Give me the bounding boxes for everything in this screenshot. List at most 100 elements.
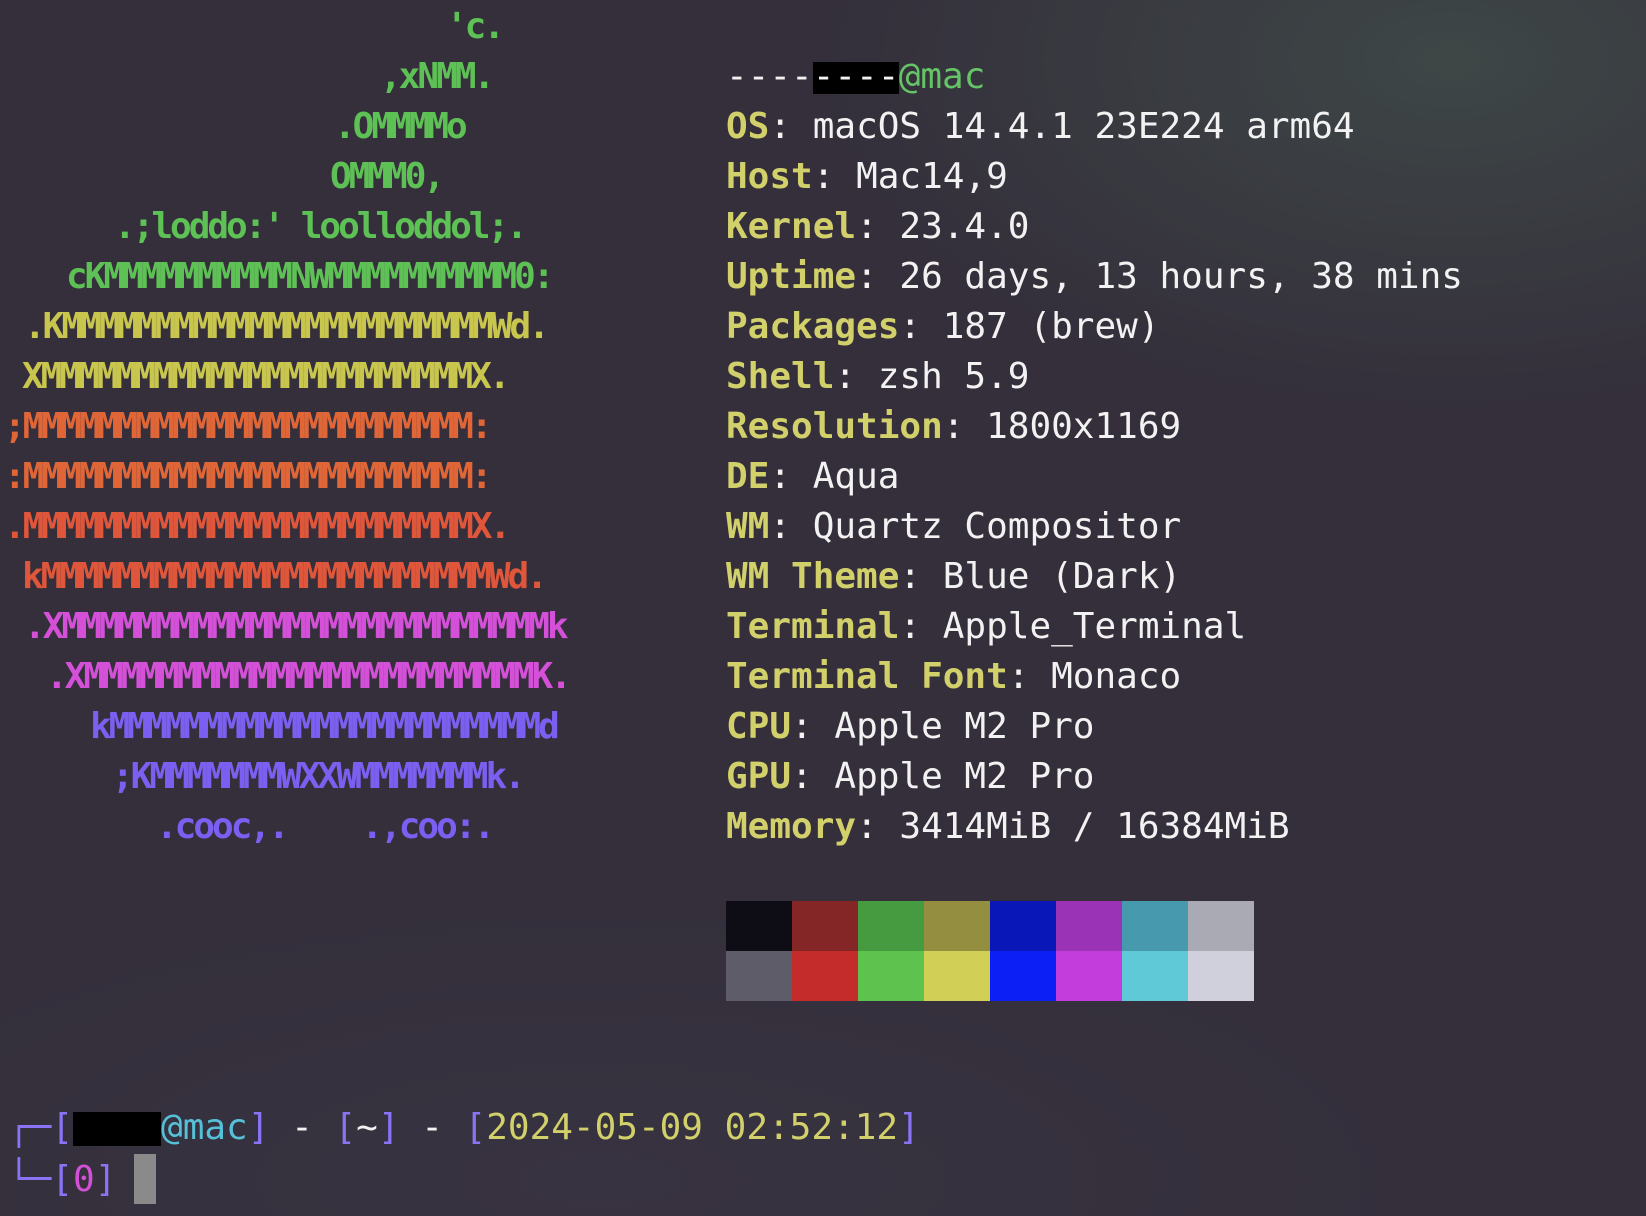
info-row: WM Theme: Blue (Dark) (726, 552, 1463, 602)
info-colon: : (942, 406, 987, 447)
palette-swatch-bright-2 (858, 951, 924, 1001)
color-palette (726, 901, 1254, 1001)
info-colon: : (834, 356, 878, 397)
info-key: Kernel (726, 206, 857, 247)
logo-line: .cooc,. .,coo:. (156, 806, 495, 847)
info-row: GPU: Apple M2 Pro (726, 752, 1463, 802)
palette-swatch-bright-3 (924, 951, 990, 1001)
info-key: Terminal (726, 606, 900, 647)
prompt-line-1: ┌─[@mac] - [~] - [2024-05-09 02:52:12] (8, 1102, 920, 1154)
info-row: Uptime: 26 days, 13 hours, 38 mins (726, 252, 1463, 302)
logo-line: ;KMMMMMMMWXXWMMMMMMMk. (112, 756, 526, 797)
prompt-bracket: ] (94, 1159, 117, 1200)
logo-line: .KMMMMMMMMMMMMMMMMMMMMMMMWd. (24, 306, 550, 347)
info-row: Host: Mac14,9 (726, 152, 1463, 202)
palette-swatch-bright-1 (792, 951, 858, 1001)
palette-swatch-normal-5 (1056, 901, 1122, 951)
info-value: 23.4.0 (899, 206, 1030, 247)
info-colon: : (899, 556, 943, 597)
info-colon: : (812, 156, 857, 197)
info-value: Apple M2 Pro (834, 706, 1095, 747)
shell-prompt[interactable]: ┌─[@mac] - [~] - [2024-05-09 02:52:12] └… (8, 1102, 920, 1206)
user-host-header: @mac (726, 2, 1463, 97)
logo-line: cKMMMMMMMMMMNWMMMMMMMMMM0: (66, 256, 555, 297)
info-row: Terminal Font: Monaco (726, 652, 1463, 702)
palette-swatch-normal-0 (726, 901, 792, 951)
info-colon: : (856, 806, 900, 847)
info-value: 26 days, 13 hours, 38 mins (899, 256, 1463, 297)
info-key: Shell (726, 356, 835, 397)
info-value: Apple M2 Pro (834, 756, 1095, 797)
info-key: WM Theme (726, 556, 900, 597)
prompt-line-2[interactable]: └─[0] (8, 1154, 920, 1206)
prompt-separator: - (269, 1107, 335, 1148)
logo-line: :MMMMMMMMMMMMMMMMMMMMMMMM: (4, 456, 493, 497)
info-value: Quartz Compositor (812, 506, 1182, 547)
info-row: Shell: zsh 5.9 (726, 352, 1463, 402)
palette-swatch-normal-3 (924, 901, 990, 951)
info-key: Memory (726, 806, 857, 847)
separator: -------- (726, 52, 1463, 102)
prompt-bracket: [ (334, 1107, 357, 1148)
info-key: Terminal Font (726, 656, 1008, 697)
palette-swatch-bright-4 (990, 951, 1056, 1001)
info-row: Terminal: Apple_Terminal (726, 602, 1463, 652)
info-row: Resolution: 1800x1169 (726, 402, 1463, 452)
logo-line: .MMMMMMMMMMMMMMMMMMMMMMMMX. (4, 506, 511, 547)
logo-line: ,xNMM. (380, 56, 495, 97)
info-row: OS: macOS 14.4.1 23E224 arm64 (726, 102, 1463, 152)
logo-line: .XMMMMMMMMMMMMMMMMMMMMMMMMMMk (24, 606, 569, 647)
info-key: Resolution (726, 406, 943, 447)
palette-swatch-bright-0 (726, 951, 792, 1001)
host-name: @mac (898, 56, 986, 97)
info-colon: : (769, 456, 813, 497)
info-colon: : (856, 206, 900, 247)
info-rows: OS: macOS 14.4.1 23E224 arm64 Host: Mac14… (726, 102, 1463, 852)
redacted-username (73, 1112, 162, 1146)
info-key: Uptime (726, 256, 857, 297)
info-row: Kernel: 23.4.0 (726, 202, 1463, 252)
info-key: WM (726, 506, 770, 547)
prompt-bracket: ] (898, 1107, 920, 1148)
info-key: DE (726, 456, 770, 497)
info-colon: : (899, 306, 943, 347)
info-row: Memory: 3414MiB / 16384MiB (726, 802, 1463, 852)
info-value: Aqua (812, 456, 900, 497)
logo-line: .;loddo:' loolloddol;. (114, 206, 528, 247)
palette-swatch-normal-2 (858, 901, 924, 951)
info-key: Packages (726, 306, 900, 347)
logo-line: kMMMMMMMMMMMMMMMMMMMMMMMd (90, 706, 560, 747)
info-value: Blue (Dark) (942, 556, 1182, 597)
prompt-bracket: [ (464, 1107, 487, 1148)
prompt-exit-code: 0 (73, 1159, 95, 1200)
palette-swatch-bright-5 (1056, 951, 1122, 1001)
info-key: CPU (726, 706, 792, 747)
info-value: 1800x1169 (986, 406, 1182, 447)
info-colon: : (791, 756, 835, 797)
info-row: Packages: 187 (brew) (726, 302, 1463, 352)
palette-swatch-bright-6 (1122, 951, 1188, 1001)
text-cursor[interactable] (134, 1154, 157, 1204)
info-value: Apple_Terminal (942, 606, 1247, 647)
info-value: 3414MiB / 16384MiB (899, 806, 1290, 847)
info-value: 187 (brew) (942, 306, 1160, 347)
palette-swatch-normal-1 (792, 901, 858, 951)
logo-line: ;MMMMMMMMMMMMMMMMMMMMMMMM: (4, 406, 493, 447)
separator-text: -------- (726, 56, 900, 97)
prompt-bracket: └─[ (8, 1159, 74, 1200)
info-colon: : (791, 706, 835, 747)
info-colon: : (899, 606, 943, 647)
logo-line: OMMM0, (330, 156, 445, 197)
prompt-bracket: ┌─[ (8, 1107, 74, 1148)
info-value: Mac14,9 (856, 156, 1008, 197)
info-key: OS (726, 106, 770, 147)
prompt-bracket: ] (247, 1107, 270, 1148)
prompt-bracket: ] (377, 1107, 400, 1148)
palette-swatch-normal-4 (990, 901, 1056, 951)
info-key: Host (726, 156, 813, 197)
palette-swatch-normal-6 (1122, 901, 1188, 951)
info-colon: : (769, 506, 813, 547)
prompt-separator: - (399, 1107, 465, 1148)
info-colon: : (769, 106, 813, 147)
logo-line: kMMMMMMMMMMMMMMMMMMMMMMMMWd. (22, 556, 548, 597)
